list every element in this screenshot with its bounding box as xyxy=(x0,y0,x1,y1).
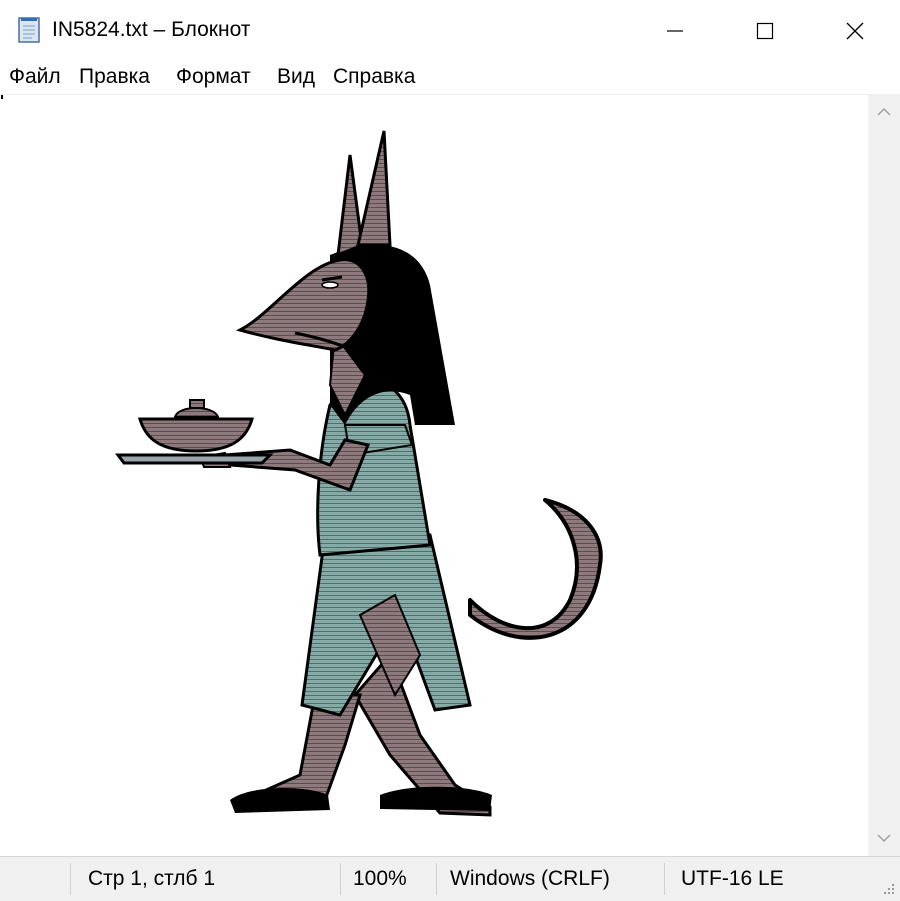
scroll-up-button[interactable] xyxy=(868,94,900,130)
status-separator xyxy=(340,863,341,895)
close-button[interactable] xyxy=(810,0,900,62)
status-zoom: 100% xyxy=(353,867,407,890)
status-bar: Стр 1, стлб 1 100% Windows (CRLF) UTF-16… xyxy=(0,856,900,901)
menu-bar: Файл Правка Формат Вид Справка xyxy=(0,62,900,94)
status-encoding: UTF-16 LE xyxy=(681,867,784,890)
status-separator xyxy=(70,863,71,895)
status-separator xyxy=(436,863,437,895)
scroll-down-button[interactable] xyxy=(868,820,900,856)
window-title: IN5824.txt – Блокнот xyxy=(52,18,251,41)
chevron-up-icon xyxy=(877,107,891,116)
notepad-app-icon xyxy=(18,17,40,43)
menu-file[interactable]: Файл xyxy=(9,65,61,89)
close-icon xyxy=(846,22,864,40)
notepad-window: IN5824.txt – Блокнот Файл Правка Формат … xyxy=(0,0,900,901)
status-cursor-position: Стр 1, стлб 1 xyxy=(88,867,216,890)
menu-view[interactable]: Вид xyxy=(277,65,315,89)
menu-help[interactable]: Справка xyxy=(333,65,415,89)
maximize-icon xyxy=(756,22,774,40)
status-separator xyxy=(664,863,665,895)
minimize-button[interactable] xyxy=(630,0,720,62)
vertical-scrollbar[interactable] xyxy=(868,94,900,856)
menu-edit[interactable]: Правка xyxy=(79,65,150,89)
anubis-waiter-illustration xyxy=(115,130,603,817)
title-bar[interactable]: IN5824.txt – Блокнот xyxy=(0,0,900,62)
minimize-icon xyxy=(667,30,683,32)
maximize-button[interactable] xyxy=(720,0,810,62)
text-caret xyxy=(1,95,3,99)
status-line-endings: Windows (CRLF) xyxy=(450,867,610,890)
resize-grip-icon[interactable] xyxy=(880,880,896,896)
chevron-down-icon xyxy=(877,834,891,843)
menu-format[interactable]: Формат xyxy=(176,65,251,89)
text-editor[interactable] xyxy=(0,94,868,857)
